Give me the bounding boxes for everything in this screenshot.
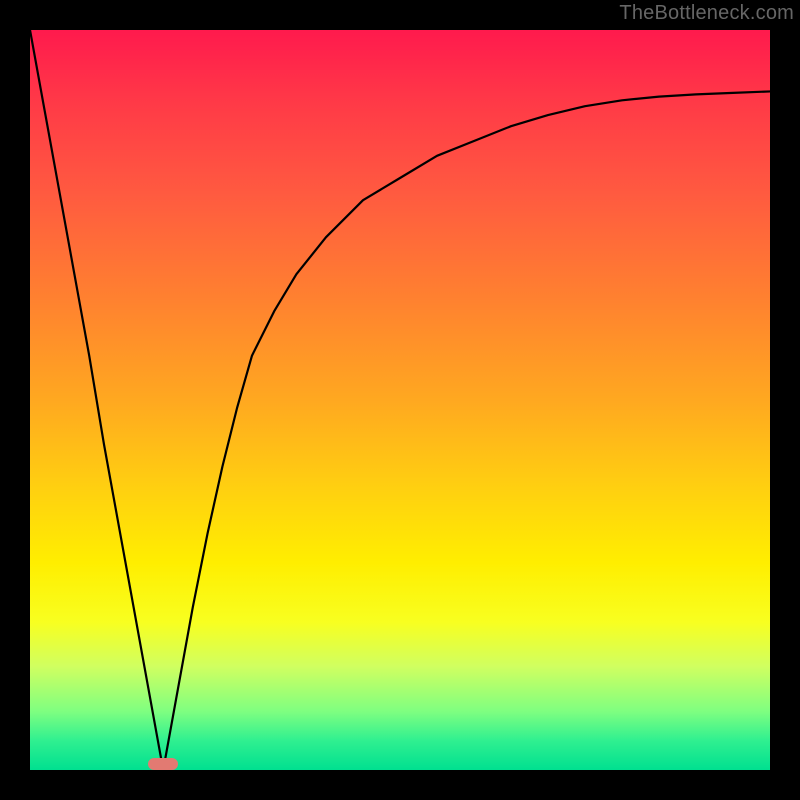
valley-marker bbox=[148, 758, 178, 770]
watermark-text: TheBottleneck.com bbox=[619, 2, 794, 25]
bottleneck-curve bbox=[30, 30, 770, 770]
chart-frame: TheBottleneck.com bbox=[0, 0, 800, 800]
curve-layer bbox=[30, 30, 770, 770]
plot-area bbox=[30, 30, 770, 770]
